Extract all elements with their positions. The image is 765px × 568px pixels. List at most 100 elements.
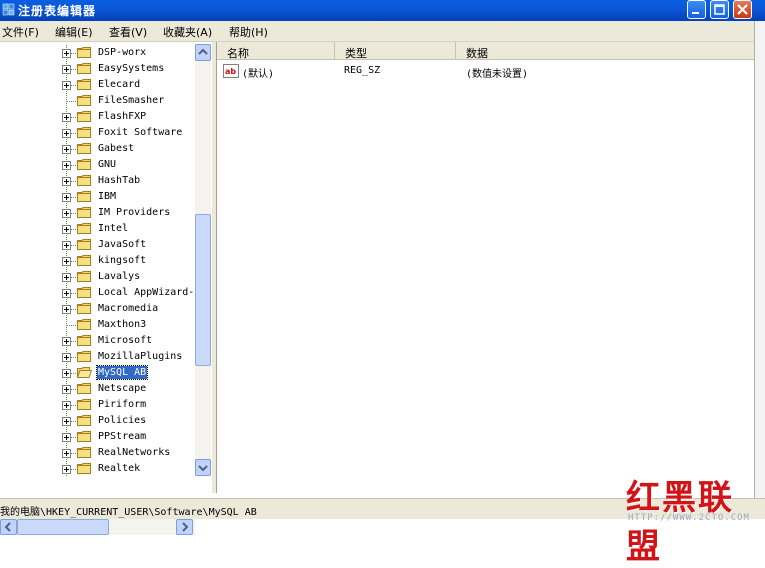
tree-item[interactable]: Lavalys: [0, 269, 195, 285]
tree-connector: [67, 101, 77, 102]
folder-icon: [77, 79, 91, 90]
expand-icon[interactable]: [62, 161, 71, 170]
expand-icon[interactable]: [62, 209, 71, 218]
expand-icon[interactable]: [62, 401, 71, 410]
menu-help[interactable]: 帮助(H): [229, 24, 268, 40]
tree-vertical-scrollbar[interactable]: [195, 44, 211, 476]
tree-item[interactable]: Elecard: [0, 77, 195, 93]
expand-icon[interactable]: [62, 49, 71, 58]
tree-item[interactable]: GNU: [0, 157, 195, 173]
tree-item[interactable]: RealNetworks: [0, 445, 195, 461]
expand-icon[interactable]: [62, 369, 71, 378]
maximize-button[interactable]: [710, 0, 729, 19]
tree-item[interactable]: PPStream: [0, 429, 195, 445]
folder-icon: [77, 239, 91, 250]
tree-item[interactable]: Microsoft: [0, 333, 195, 349]
expand-icon[interactable]: [62, 65, 71, 74]
folder-icon: [77, 431, 91, 442]
minimize-icon: [692, 12, 699, 14]
expand-icon[interactable]: [62, 193, 71, 202]
background-window-edge: [754, 21, 765, 498]
tree-item[interactable]: Gabest: [0, 141, 195, 157]
folder-icon: [77, 287, 91, 298]
tree-item[interactable]: Policies: [0, 413, 195, 429]
tree-items: DSP-worx EasySystems Elecard FileSmasher Fla…: [0, 42, 195, 477]
tree-item[interactable]: Foxit Software: [0, 125, 195, 141]
expand-icon[interactable]: [62, 241, 71, 250]
folder-icon: [77, 463, 91, 474]
tree-item[interactable]: FlashFXP: [0, 109, 195, 125]
folder-icon: [77, 95, 91, 106]
tree-item-label: Microsoft: [98, 335, 153, 346]
registry-editor-icon: [2, 3, 15, 16]
scroll-down-button[interactable]: [195, 459, 211, 476]
tree-item[interactable]: Intel: [0, 221, 195, 237]
expand-icon[interactable]: [62, 113, 71, 122]
horizontal-scroll-thumb[interactable]: [17, 519, 109, 535]
expand-icon[interactable]: [62, 145, 71, 154]
tree-item[interactable]: MySQL AB: [0, 365, 195, 381]
expand-icon[interactable]: [62, 449, 71, 458]
registry-key-tree[interactable]: DSP-worx EasySystems Elecard FileSmasher Fla…: [0, 42, 212, 535]
expand-icon[interactable]: [62, 465, 71, 474]
tree-item-label: MozillaPlugins: [98, 351, 183, 362]
expand-icon[interactable]: [62, 433, 71, 442]
menu-edit[interactable]: 编辑(E): [55, 24, 93, 40]
tree-item-label: Gabest: [98, 143, 135, 154]
tree-item[interactable]: Netscape: [0, 381, 195, 397]
tree-item-label: Macromedia: [98, 303, 159, 314]
scroll-thumb[interactable]: [195, 214, 211, 366]
tree-item[interactable]: MozillaPlugins: [0, 349, 195, 365]
close-button[interactable]: [733, 0, 752, 19]
title-bar[interactable]: 注册表编辑器: [0, 0, 765, 21]
expand-icon[interactable]: [62, 177, 71, 186]
values-list[interactable]: 名称 类型 数据 ab (默认) REG_SZ (数值未设置): [216, 42, 755, 493]
tree-item-label: Local AppWizard-: [98, 287, 195, 298]
expand-icon[interactable]: [62, 353, 71, 362]
tree-item-label: HashTab: [98, 175, 141, 186]
column-header-name-label: 名称: [227, 47, 249, 60]
menu-favorites[interactable]: 收藏夹(A): [163, 24, 212, 40]
menu-view[interactable]: 查看(V): [109, 24, 147, 40]
scroll-right-button[interactable]: [176, 519, 193, 535]
scroll-up-button[interactable]: [195, 44, 211, 61]
column-header-type[interactable]: 类型: [335, 42, 456, 60]
tree-item[interactable]: kingsoft: [0, 253, 195, 269]
tree-item[interactable]: Local AppWizard-: [0, 285, 195, 301]
expand-icon[interactable]: [62, 81, 71, 90]
tree-item[interactable]: IBM: [0, 189, 195, 205]
expand-icon[interactable]: [62, 385, 71, 394]
folder-icon: [77, 111, 91, 122]
column-header-data[interactable]: 数据: [456, 42, 755, 60]
expand-icon[interactable]: [62, 257, 71, 266]
menu-file[interactable]: 文件(F): [2, 24, 39, 40]
tree-item[interactable]: DSP-worx: [0, 45, 195, 61]
tree-item[interactable]: IM Providers: [0, 205, 195, 221]
tree-item-label: PPStream: [98, 431, 147, 442]
tree-item-label: Netscape: [98, 383, 147, 394]
tree-item[interactable]: Maxthon3: [0, 317, 195, 333]
expand-icon[interactable]: [62, 337, 71, 346]
expand-icon[interactable]: [62, 225, 71, 234]
column-header-name[interactable]: 名称: [217, 42, 335, 60]
tree-horizontal-scrollbar[interactable]: [0, 519, 195, 535]
tree-item[interactable]: Piriform: [0, 397, 195, 413]
folder-icon: [77, 399, 91, 410]
window-title: 注册表编辑器: [18, 4, 97, 18]
tree-item[interactable]: Macromedia: [0, 301, 195, 317]
expand-icon[interactable]: [62, 305, 71, 314]
tree-item[interactable]: Realtek: [0, 461, 195, 477]
expand-icon[interactable]: [62, 417, 71, 426]
folder-icon: [77, 143, 91, 154]
tree-item[interactable]: HashTab: [0, 173, 195, 189]
tree-item[interactable]: EasySystems: [0, 61, 195, 77]
expand-icon[interactable]: [62, 273, 71, 282]
tree-item[interactable]: JavaSoft: [0, 237, 195, 253]
tree-item[interactable]: FileSmasher: [0, 93, 195, 109]
value-type: REG_SZ: [344, 65, 381, 76]
scroll-left-button[interactable]: [0, 519, 17, 535]
expand-icon[interactable]: [62, 129, 71, 138]
folder-icon: [77, 271, 91, 282]
expand-icon[interactable]: [62, 289, 71, 298]
minimize-button[interactable]: [687, 0, 706, 19]
